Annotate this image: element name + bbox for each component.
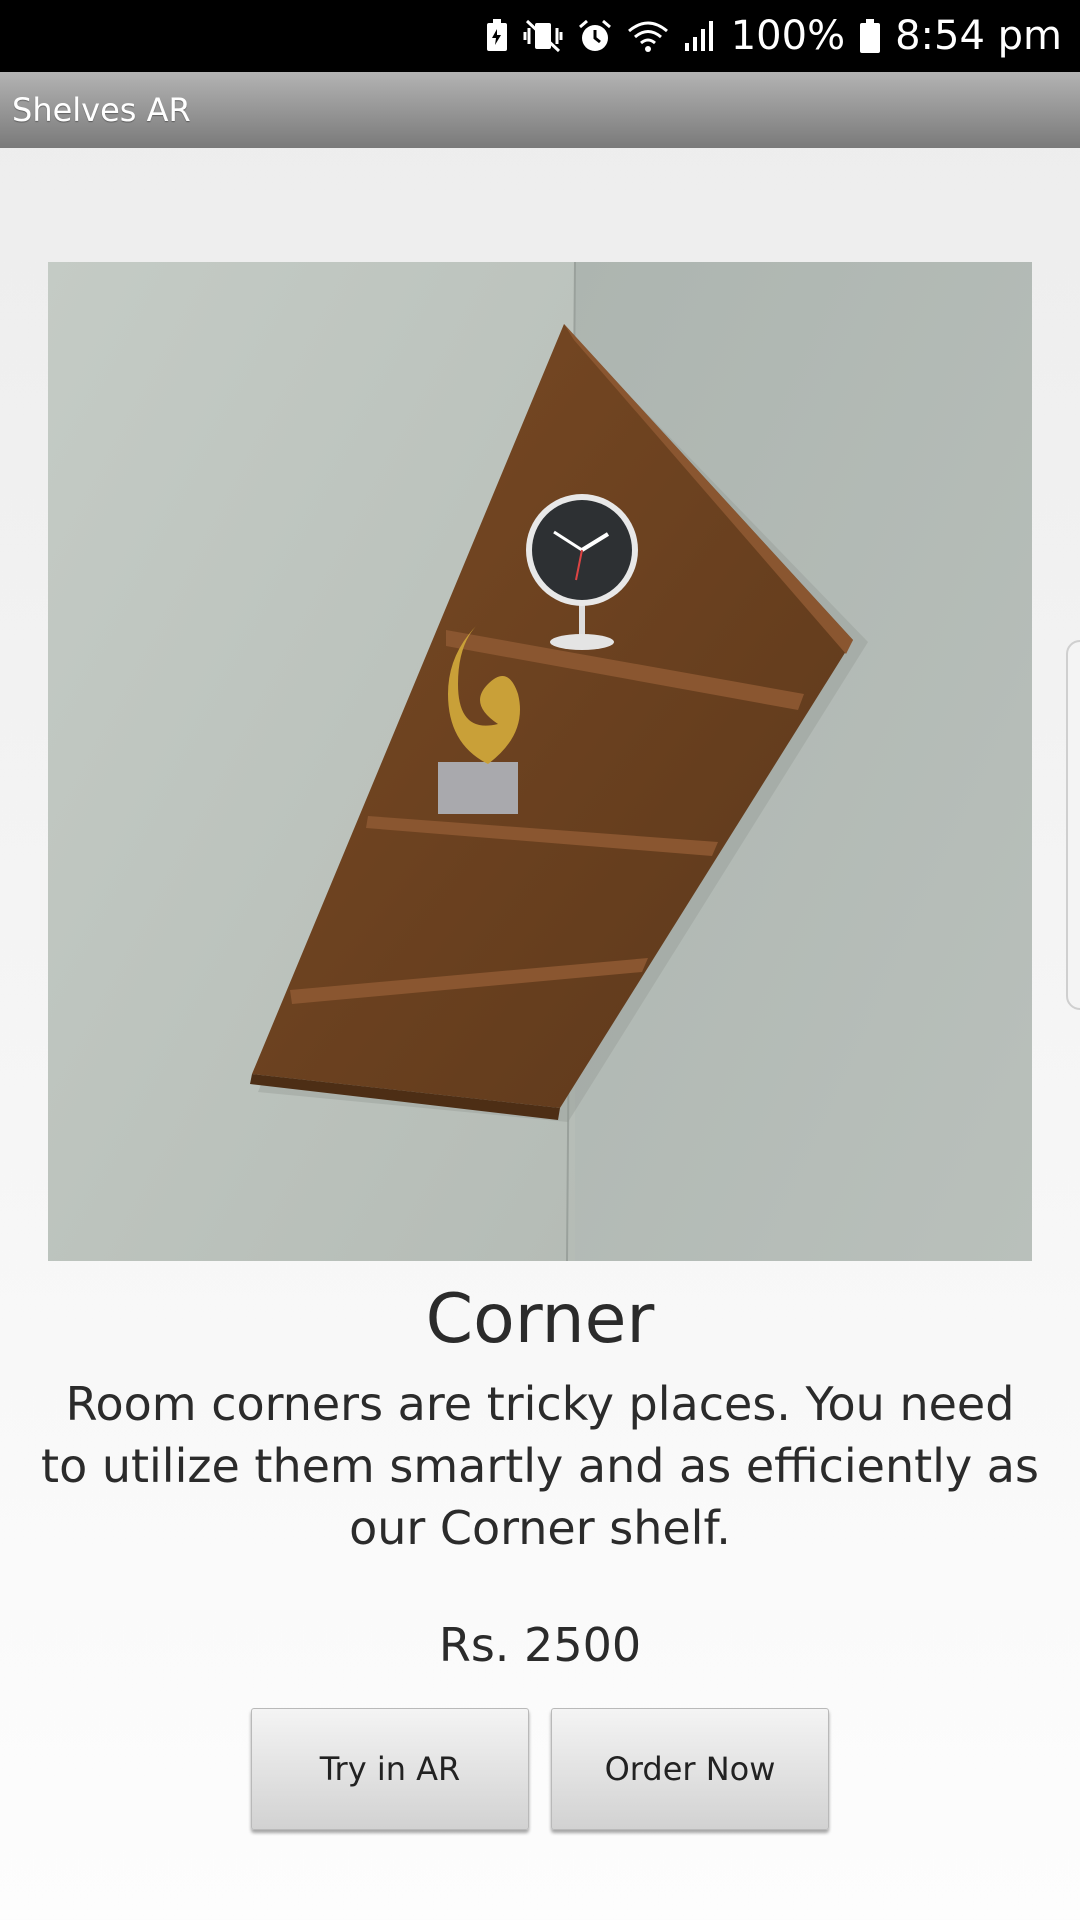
clock-time: 8:54 pm (895, 13, 1062, 59)
status-bar: 100% 8:54 pm (0, 0, 1080, 72)
battery-saver-icon (485, 19, 509, 53)
product-description: Room corners are tricky places. You need… (41, 1377, 1039, 1555)
mute-vibrate-icon (523, 19, 563, 53)
order-now-button[interactable]: Order Now (551, 1708, 829, 1830)
product-image (48, 262, 1032, 1261)
battery-icon (859, 18, 881, 54)
try-in-ar-button[interactable]: Try in AR (251, 1708, 529, 1830)
app-title: Shelves AR (12, 91, 191, 129)
product-price: Rs. 2500 (438, 1618, 642, 1672)
battery-percent: 100% (730, 13, 846, 59)
product-title: Corner (425, 1280, 655, 1359)
alarm-icon (577, 18, 613, 54)
signal-icon (683, 19, 717, 53)
wifi-icon (627, 19, 669, 53)
edge-panel-handle[interactable] (1066, 640, 1080, 1010)
app-bar: Shelves AR (0, 72, 1080, 148)
